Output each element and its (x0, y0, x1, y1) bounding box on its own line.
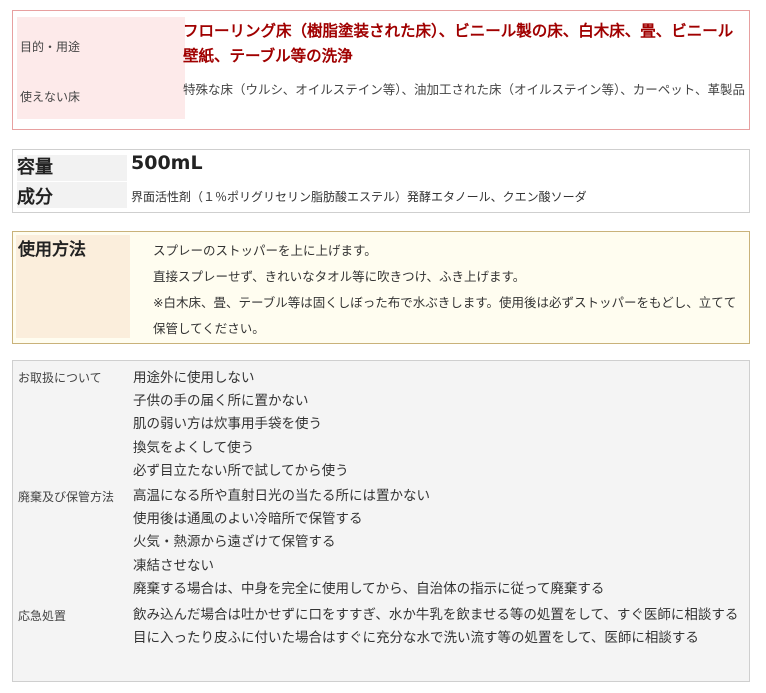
usage-table: 目的・用途 フローリング床（樹脂塗装された床）、ビニール製の床、白木床、畳、ビニ… (12, 10, 750, 130)
how-to-use-step: スプレーのストッパーを上に上げます。 (153, 243, 377, 258)
care-label: お取扱について (18, 371, 102, 385)
list-item: 使用後は通風のよい冷暗所で保管する (133, 511, 363, 528)
list-item: 火気・熱源から遠ざけて保管する (133, 534, 336, 551)
volume-value: 500mL (131, 152, 203, 174)
how-to-use-steps: スプレーのストッパーを上に上げます。 直接スプレーせず、きれいなタオル等に吹きつ… (153, 238, 745, 342)
list-item: 用途外に使用しない (133, 370, 255, 386)
how-to-use-step: ※白木床、畳、テーブル等は固くしぼった布で水ぶきします。使用後は必ずストッパーを… (153, 295, 737, 336)
purpose-label: 目的・用途 (17, 17, 185, 77)
list-item: 目に入ったり皮ふに付いた場合はすぐに充分な水で洗い流す等の処置をして、医師に相談… (133, 630, 699, 647)
list-item: 必ず目立たない所で試してから使う (133, 462, 349, 479)
emergency-label: 応急処置 (18, 609, 67, 623)
handling-table: お取扱について 用途外に使用しない 子供の手の届く所に置かない 肌の弱い方は炊事… (12, 360, 750, 682)
list-item: 子供の手の届く所に置かない (133, 393, 309, 410)
list-item: 肌の弱い方は炊事用手袋を使う (133, 416, 322, 433)
list-item: 飲み込んだ場合は吐かせずに口をすすぎ、水か牛乳を飲ませる等の処置をして、すぐ医師… (133, 607, 739, 623)
how-to-use-step: 直接スプレーせず、きれいなタオル等に吹きつけ、ふき上げます。 (153, 269, 526, 284)
how-to-use-box: 使用方法 スプレーのストッパーを上に上げます。 直接スプレーせず、きれいなタオル… (12, 231, 750, 344)
list-item: 廃棄する場合は、中身を完全に使用してから、自治体の指示に従って廃棄する (133, 580, 605, 597)
ingredients-value: 界面活性剤（１％ポリグリセリン脂肪酸エステル）発酵エタノール、クエン酸ソーダ (131, 190, 587, 204)
spec-table: 容量 500mL 成分 界面活性剤（１％ポリグリセリン脂肪酸エステル）発酵エタノ… (12, 149, 750, 213)
emergency-list: 飲み込んだ場合は吐かせずに口をすすぎ、水か牛乳を飲ませる等の処置をして、すぐ医師… (133, 604, 745, 650)
purpose-value: フローリング床（樹脂塗装された床）、ビニール製の床、白木床、畳、ビニール壁紙、テ… (183, 22, 734, 65)
volume-label: 容量 (17, 157, 53, 178)
list-item: 高温になる所や直射日光の当たる所には置かない (133, 488, 430, 504)
care-list: 用途外に使用しない 子供の手の届く所に置かない 肌の弱い方は炊事用手袋を使う 換… (133, 367, 745, 483)
unusable-floor-label: 使えない床 (17, 77, 185, 119)
ingredients-label: 成分 (17, 187, 53, 208)
unusable-floor-value: 特殊な床（ウルシ、オイルステイン等）、油加工された床（オイルステイン等）、カーペ… (183, 82, 746, 97)
list-item: 凍結させない (133, 557, 214, 574)
list-item: 換気をよくして使う (133, 439, 255, 456)
storage-list: 高温になる所や直射日光の当たる所には置かない 使用後は通風のよい冷暗所で保管する… (133, 485, 745, 601)
storage-label: 廃棄及び保管方法 (18, 490, 115, 504)
how-to-use-label: 使用方法 (18, 240, 86, 260)
